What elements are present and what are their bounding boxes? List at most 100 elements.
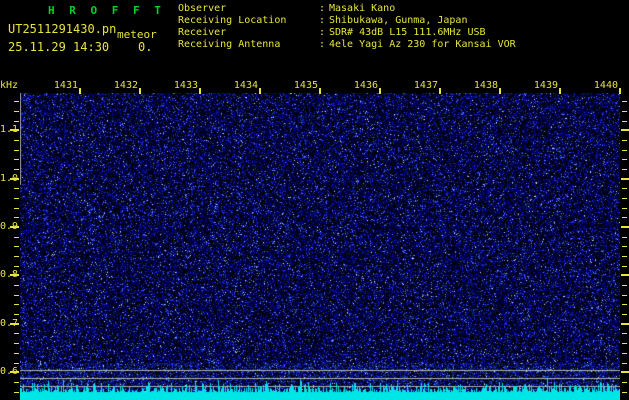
freq-tick-left <box>14 159 19 160</box>
freq-tick-label: 0.7 <box>0 318 19 329</box>
filename-text: UT2511291430.pn <box>8 22 117 36</box>
time-tick <box>199 88 201 94</box>
freq-tick-right <box>622 159 627 160</box>
freq-tick-right <box>621 323 629 325</box>
time-tick <box>319 88 321 94</box>
info-row: Receiver: SDR# 43dB L15 111.6MHz USB <box>178 27 516 39</box>
freq-tick-right <box>622 169 627 170</box>
freq-tick-right <box>622 353 627 354</box>
freq-tick-left <box>14 198 19 199</box>
time-tick <box>619 88 621 94</box>
freq-tick-left <box>14 256 19 257</box>
freq-tick-left <box>14 382 19 383</box>
freq-tick-label: 1.0 <box>0 173 19 184</box>
time-tick <box>259 88 261 94</box>
hrofft-window: H R O F F T UT2511291430.pn meteor 25.11… <box>0 0 629 400</box>
time-tick <box>559 88 561 94</box>
freq-tick-right <box>622 150 627 151</box>
freq-tick-left <box>14 304 19 305</box>
freq-tick-right <box>622 208 627 209</box>
spectrogram-canvas <box>20 93 620 400</box>
freq-tick-left <box>14 343 19 344</box>
time-tick-label: 1434 <box>233 80 258 91</box>
freq-tick-left <box>14 121 19 122</box>
freq-tick-right <box>622 295 627 296</box>
info-colon: : <box>319 39 326 50</box>
info-label: Receiving Location <box>178 15 287 26</box>
freq-tick-left <box>14 363 19 364</box>
freq-tick-label: 0.9 <box>0 221 19 232</box>
freq-tick-right <box>622 256 627 257</box>
freq-tick-left <box>14 208 19 209</box>
info-value: SDR# 43dB L15 111.6MHz USB <box>329 27 486 38</box>
info-colon: : <box>319 3 326 14</box>
freq-tick-right <box>622 285 627 286</box>
freq-tick-right <box>622 266 627 267</box>
freq-tick-right <box>621 178 629 180</box>
freq-tick-right <box>621 129 629 131</box>
freq-tick-left <box>14 217 19 218</box>
freq-tick-label: 0.6 <box>0 366 19 377</box>
freq-tick-left <box>14 101 19 102</box>
freq-tick-right <box>622 121 627 122</box>
freq-tick-left <box>14 295 19 296</box>
info-row: Receiving Antenna:4ele Yagi Az 230 for K… <box>178 39 516 51</box>
app-title: H R O F F T <box>48 4 165 17</box>
info-colon: : <box>319 15 326 26</box>
info-colon: : <box>319 27 326 38</box>
freq-tick-right <box>622 314 627 315</box>
time-tick <box>79 88 81 94</box>
time-tick-label: 1437 <box>413 80 438 91</box>
freq-tick-left <box>14 237 19 238</box>
time-tick-label: 1439 <box>533 80 558 91</box>
info-value: Masaki Kano <box>329 3 396 14</box>
freq-tick-left <box>14 111 19 112</box>
freq-tick-label: 1.1 <box>0 124 19 135</box>
freq-tick-right <box>622 246 627 247</box>
time-tick-label: 1438 <box>473 80 498 91</box>
freq-tick-left <box>14 169 19 170</box>
freq-tick-left <box>14 188 19 189</box>
freq-tick-right <box>622 392 627 393</box>
time-tick <box>139 88 141 94</box>
freq-tick-left <box>14 333 19 334</box>
time-tick <box>379 88 381 94</box>
time-tick-label: 1435 <box>293 80 318 91</box>
info-label: Observer <box>178 3 227 14</box>
freq-tick-left <box>14 150 19 151</box>
info-row: Observer: Masaki Kano <box>178 3 516 15</box>
freq-tick-right <box>621 226 629 228</box>
freq-tick-left <box>14 353 19 354</box>
freq-tick-right <box>621 274 629 276</box>
freq-tick-right <box>622 140 627 141</box>
time-tick <box>499 88 501 94</box>
station-info: Observer: Masaki Kano Receiving Location:… <box>178 3 516 51</box>
info-row: Receiving Location: Shibukawa, Gunma, Jap… <box>178 15 516 27</box>
freq-tick-right <box>622 198 627 199</box>
time-tick-label: 1433 <box>173 80 198 91</box>
info-label: Receiver <box>178 27 227 38</box>
freq-tick-right <box>622 382 627 383</box>
freq-tick-left <box>14 266 19 267</box>
freq-tick-right <box>622 101 627 102</box>
freq-tick-right <box>621 371 629 373</box>
khz-axis-label: kHz <box>0 80 19 91</box>
time-tick-label: 1432 <box>113 80 138 91</box>
freq-tick-right <box>622 333 627 334</box>
freq-tick-right <box>622 363 627 364</box>
freq-tick-right <box>622 111 627 112</box>
freq-tick-left <box>14 246 19 247</box>
time-tick-label: 1440 <box>593 80 618 91</box>
time-tick-label: 1436 <box>353 80 378 91</box>
info-value: 4ele Yagi Az 230 for Kansai VOR <box>329 39 516 50</box>
datetime-text: 25.11.29 14:30 <box>8 40 110 54</box>
freq-tick-left <box>14 392 19 393</box>
freq-tick-left <box>14 314 19 315</box>
time-tick-label: 1431 <box>53 80 78 91</box>
freq-tick-left <box>14 140 19 141</box>
freq-tick-right <box>622 237 627 238</box>
time-tick <box>439 88 441 94</box>
freq-tick-right <box>622 304 627 305</box>
freq-tick-right <box>622 217 627 218</box>
freq-tick-label: 0.8 <box>0 269 19 280</box>
